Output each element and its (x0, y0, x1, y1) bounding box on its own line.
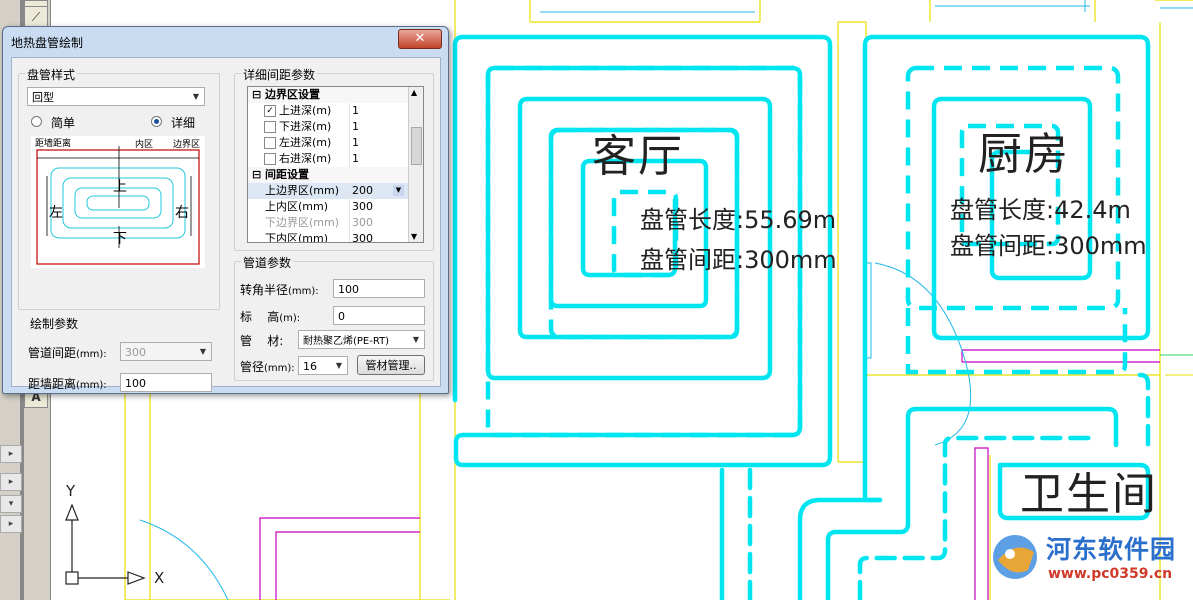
draw-params-title: 绘制参数 (28, 315, 81, 332)
diameter-value: 16 (303, 360, 317, 373)
boundary-row-right[interactable]: 右进深(m) 1 (248, 151, 408, 167)
turn-radius-label: 转角半径(mm): (240, 283, 319, 297)
axis-y-label: Y (66, 482, 76, 500)
diameter-label: 管径(mm): (240, 360, 295, 374)
preview-inner: 内区 (135, 140, 154, 150)
pipe-params-group: 管道参数 转角半径(mm): 100 标 高(m): 0 管 材: 耐热聚乙烯(… (234, 254, 434, 381)
spacing-row-top-edge[interactable]: 上边界区(mm) 200 ▼ (248, 183, 408, 199)
chevron-down-icon: ▼ (192, 92, 200, 101)
room-label-bathroom: 卫生间 (1020, 469, 1158, 520)
checkbox-top[interactable]: ✓ (264, 105, 276, 117)
preview-bottom: 下 (113, 231, 127, 247)
property-scrollbar[interactable]: ▲ ▼ (408, 87, 423, 242)
dialog-body: 盘管样式 回型 ▼ 简单 详细 距墙距离 内区 边界区 上 下 左 右 绘制参数… (11, 57, 441, 392)
draw-params-group: 绘制参数 管道间距(mm): 300 ▼ 距墙距离(mm): 100 (18, 315, 218, 401)
radio-simple-label: 简单 (51, 116, 76, 130)
radio-simple[interactable] (31, 116, 42, 127)
watermark: 河东软件园 www.pc0359.cn (988, 528, 1193, 600)
chevron-down-icon: ▼ (199, 347, 207, 356)
radio-detail-label: 详细 (171, 116, 196, 130)
dialog-title: 地热盘管绘制 (11, 36, 84, 50)
preview-right: 右 (175, 205, 189, 221)
elevation-label: 标 高(m): (240, 310, 301, 324)
preview-left: 左 (49, 205, 63, 221)
side-tab-2[interactable]: ▸ (0, 473, 22, 491)
detail-params-title: 详细间距参数 (241, 66, 318, 83)
room-kitchen-length: 盘管长度:42.4m (950, 196, 1131, 224)
chevron-down-icon: ▼ (412, 335, 420, 344)
room-label-kitchen: 厨房 (978, 129, 1070, 180)
wall-distance-input[interactable]: 100 (120, 373, 212, 392)
room-living-length: 盘管长度:55.69m (640, 206, 837, 234)
chevron-down-icon: ▼ (335, 361, 343, 370)
pipe-spacing-label: 管道间距(mm): (28, 346, 107, 360)
checkbox-bottom[interactable] (264, 121, 276, 133)
site-url: www.pc0359.cn (1048, 566, 1173, 582)
material-manage-button[interactable]: 管材管理.. (357, 355, 425, 375)
elevation-input[interactable]: 0 (333, 306, 425, 325)
preview-wall-distance: 距墙距离 (35, 139, 72, 149)
detail-property-grid[interactable]: ⊟ 边界区设置 ✓ 上进深(m) 1 下进深(m) 1 左进深(m) 1 右进深(m) 1 … (247, 86, 424, 243)
site-name: 河东软件园 (1046, 535, 1177, 564)
coil-dialog: 地热盘管绘制 ✕ 盘管样式 回型 ▼ 简单 详细 距墙距离 内区 边界区 上 下… (2, 26, 449, 394)
boundary-row-top[interactable]: ✓ 上进深(m) 1 (248, 103, 408, 119)
diameter-select[interactable]: 16 ▼ (298, 356, 348, 375)
pipe-spacing-select[interactable]: 300 ▼ (120, 342, 212, 361)
coil-style-select[interactable]: 回型 ▼ (27, 87, 205, 106)
checkbox-left[interactable] (264, 137, 276, 149)
spacing-row-top-inner[interactable]: 上内区(mm) 300 (248, 199, 408, 215)
chevron-down-icon[interactable]: ▼ (393, 185, 404, 196)
coil-style-title: 盘管样式 (25, 66, 78, 83)
spacing-row-bottom-edge[interactable]: 下边界区(mm) 300 (248, 215, 408, 231)
room-kitchen-spacing: 盘管间距:300mm (950, 232, 1147, 260)
boundary-row-bottom[interactable]: 下进深(m) 1 (248, 119, 408, 135)
radio-detail[interactable] (151, 116, 162, 127)
site-logo-icon (993, 535, 1037, 579)
spacing-category[interactable]: ⊟ 间距设置 (248, 167, 408, 183)
coil-preview: 距墙距离 内区 边界区 上 下 左 右 (31, 136, 205, 268)
side-tab-4[interactable]: ▸ (0, 515, 22, 533)
turn-radius-input[interactable]: 100 (333, 279, 425, 298)
spacing-row-bottom-inner[interactable]: 下内区(mm) 300 (248, 231, 408, 242)
axis-x-label: X (154, 569, 165, 587)
boundary-category[interactable]: ⊟ 边界区设置 (248, 87, 408, 103)
coil-style-group: 盘管样式 回型 ▼ 简单 详细 距墙距离 内区 边界区 上 下 左 右 (18, 66, 220, 310)
wall-distance-label: 距墙距离(mm): (28, 377, 107, 391)
close-icon[interactable]: ✕ (398, 29, 442, 49)
preview-edge: 边界区 (173, 140, 201, 150)
pipe-params-title: 管道参数 (241, 254, 294, 271)
pipe-spacing-value: 300 (125, 346, 146, 359)
material-select[interactable]: 耐热聚乙烯(PE-RT) ▼ (298, 330, 425, 349)
material-label: 管 材: (240, 334, 284, 348)
side-tab-3[interactable]: ▾ (0, 495, 22, 513)
side-tab-1[interactable]: ▸ (0, 445, 22, 463)
room-label-living: 客厅 (592, 131, 684, 182)
detail-params-group: 详细间距参数 ⊟ 边界区设置 ✓ 上进深(m) 1 下进深(m) 1 左进深(m) 1 右… (234, 66, 434, 251)
preview-top: 上 (113, 179, 127, 195)
boundary-row-left[interactable]: 左进深(m) 1 (248, 135, 408, 151)
coil-style-selected: 回型 (32, 91, 54, 104)
line-tool-icon[interactable]: ⟋ (24, 6, 48, 28)
checkbox-right[interactable] (264, 153, 276, 165)
material-value: 耐热聚乙烯(PE-RT) (303, 336, 390, 347)
room-living-spacing: 盘管间距:300mm (640, 246, 837, 274)
